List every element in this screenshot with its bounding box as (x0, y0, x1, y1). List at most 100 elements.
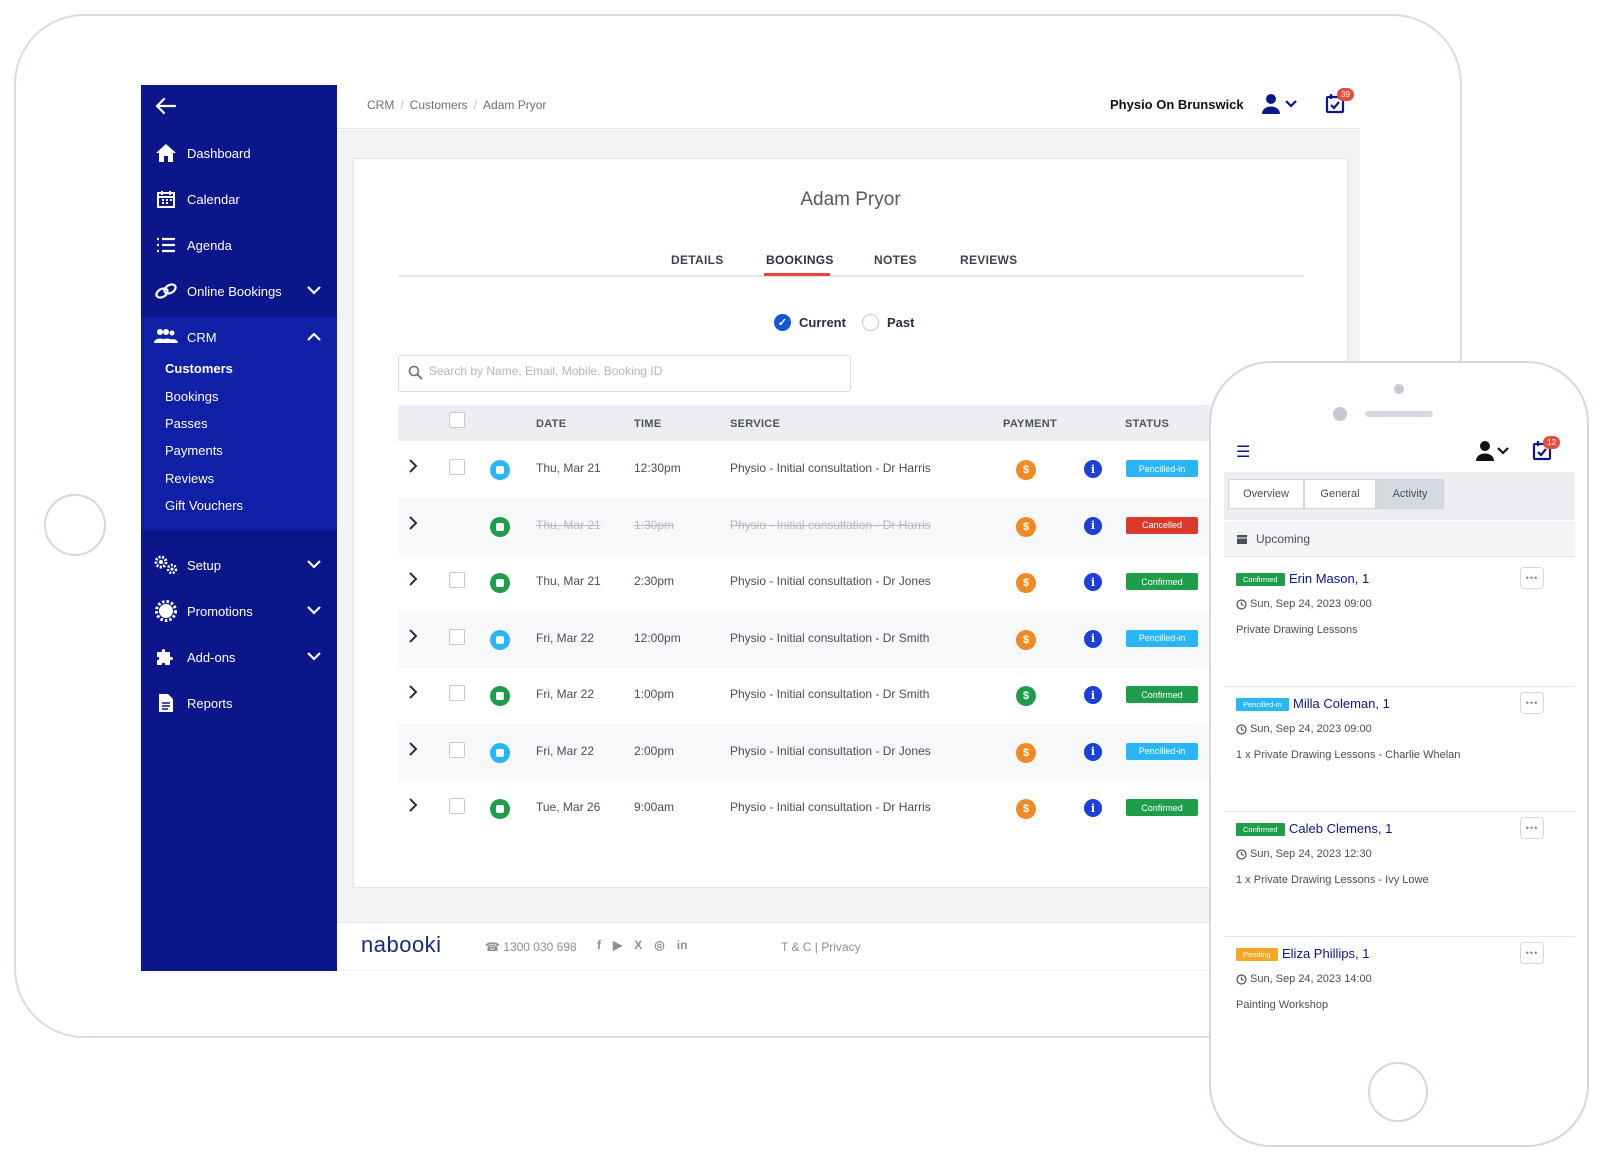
notifications-calendar-icon[interactable]: 39 (1325, 88, 1354, 119)
chevron-up-icon[interactable] (307, 329, 321, 344)
mobile-tab-general[interactable]: General (1304, 479, 1376, 509)
mobile-tab-overview[interactable]: Overview (1228, 479, 1304, 509)
table-row[interactable]: Thu, Mar 21 12:30pm Physio - Initial consu… (398, 441, 1349, 498)
radio-past-label: Past (886, 315, 915, 330)
radio-empty-icon (861, 314, 879, 331)
sidebar-sub-gift-vouchers[interactable]: Gift Vouchers (165, 498, 243, 513)
breadcrumb-customers[interactable]: Customers (410, 98, 468, 112)
row-checkbox[interactable] (449, 459, 465, 475)
payment-dollar-icon[interactable]: $ (1016, 573, 1036, 593)
col-time[interactable]: TIME (634, 418, 661, 430)
activity-item[interactable]: Pencilled-in Milla Coleman, 1 Sun, Sep 24,… (1224, 687, 1575, 812)
payment-dollar-icon[interactable]: $ (1016, 460, 1036, 480)
sidebar-item-agenda[interactable]: Agenda (141, 225, 337, 265)
chevron-down-icon[interactable] (307, 649, 321, 664)
chevron-right-icon[interactable] (408, 685, 418, 704)
info-icon[interactable]: i (1084, 686, 1102, 704)
radio-past[interactable]: Past (861, 314, 915, 331)
more-options-icon[interactable]: ••• (1520, 817, 1544, 839)
info-icon[interactable]: i (1084, 573, 1102, 591)
table-row[interactable]: Thu, Mar 21 2:30pm Physio - Initial consul… (398, 554, 1349, 611)
top-bar: CRM / Customers / Adam Pryor Physio On Bruns… (337, 85, 1360, 129)
chevron-right-icon[interactable] (408, 798, 418, 817)
mobile-calendar-icon[interactable]: 12 (1532, 436, 1560, 466)
sidebar-sub-reviews[interactable]: Reviews (165, 471, 214, 486)
more-options-icon[interactable]: ••• (1520, 567, 1544, 589)
mobile-tab-activity[interactable]: Activity (1376, 479, 1444, 509)
info-icon[interactable]: i (1084, 629, 1102, 648)
table-row[interactable]: Fri, Mar 22 2:00pm Physio - Initial consul… (398, 723, 1349, 781)
sidebar-sub-customers[interactable]: Customers (165, 361, 233, 376)
payment-dollar-icon[interactable]: $ (1016, 629, 1036, 650)
col-date[interactable]: DATE (536, 418, 566, 430)
instagram-icon[interactable]: ◎ (654, 938, 664, 952)
row-checkbox[interactable] (449, 798, 465, 814)
customer-link[interactable]: Milla Coleman, 1 (1293, 696, 1390, 711)
footer-links[interactable]: T & C | Privacy (781, 940, 861, 954)
more-options-icon[interactable]: ••• (1520, 692, 1544, 714)
linkedin-icon[interactable]: in (677, 938, 688, 952)
payment-dollar-icon[interactable]: $ (1016, 742, 1036, 763)
chevron-down-icon[interactable] (307, 283, 321, 298)
col-status[interactable]: STATUS (1125, 418, 1169, 430)
sidebar-item-online-bookings[interactable]: Online Bookings (141, 271, 337, 311)
activity-item[interactable]: Pending Eliza Phillips, 1 Sun, Sep 24, 202… (1224, 937, 1575, 1048)
tab-bookings[interactable]: BOOKINGS (766, 253, 834, 267)
breadcrumb-crm[interactable]: CRM (367, 98, 394, 112)
mobile-user-menu-icon[interactable] (1476, 440, 1512, 467)
chevron-right-icon[interactable] (408, 572, 418, 591)
radio-current[interactable]: ✓ Current (774, 314, 846, 331)
search-input[interactable] (429, 364, 839, 378)
sidebar-item-calendar[interactable]: Calendar (141, 179, 337, 219)
activity-item[interactable]: Confirmed Caleb Clemens, 1 Sun, Sep 24, 20… (1224, 812, 1575, 937)
payment-dollar-icon[interactable]: $ (1016, 686, 1036, 706)
facebook-icon[interactable]: f (597, 938, 601, 952)
info-icon[interactable]: i (1084, 799, 1102, 817)
payment-dollar-icon[interactable]: $ (1016, 516, 1036, 537)
table-row[interactable]: Thu, Mar 21 1:30pm Physio - Initial consul… (398, 497, 1349, 555)
sidebar-item-reports[interactable]: Reports (141, 683, 337, 723)
table-row[interactable]: Tue, Mar 26 9:00am Physio - Initial consul… (398, 780, 1349, 835)
col-service[interactable]: SERVICE (730, 418, 780, 430)
sidebar-sub-payments[interactable]: Payments (165, 443, 223, 458)
tab-reviews[interactable]: REVIEWS (960, 253, 1017, 267)
info-icon[interactable]: i (1084, 516, 1102, 535)
chevron-right-icon[interactable] (408, 628, 418, 648)
info-icon[interactable]: i (1084, 460, 1102, 478)
customer-link[interactable]: Eliza Phillips, 1 (1282, 946, 1369, 961)
customer-link[interactable]: Erin Mason, 1 (1289, 571, 1369, 586)
info-icon[interactable]: i (1084, 742, 1102, 761)
chevron-down-icon[interactable] (307, 603, 321, 618)
sidebar-sub-passes[interactable]: Passes (165, 416, 208, 431)
user-menu-icon[interactable] (1262, 93, 1300, 120)
row-checkbox[interactable] (449, 628, 465, 645)
more-options-icon[interactable]: ••• (1520, 942, 1544, 964)
table-row[interactable]: Fri, Mar 22 12:00pm Physio - Initial consu… (398, 610, 1349, 668)
sidebar-item-crm[interactable]: CRM (141, 317, 337, 357)
youtube-icon[interactable]: ▶ (613, 938, 622, 952)
tab-notes[interactable]: NOTES (874, 253, 917, 267)
payment-dollar-icon[interactable]: $ (1016, 799, 1036, 819)
chevron-right-icon[interactable] (408, 459, 418, 478)
sidebar-item-dashboard[interactable]: Dashboard (141, 133, 337, 173)
row-checkbox[interactable] (449, 741, 465, 758)
chevron-down-icon[interactable] (307, 557, 321, 572)
select-all-checkbox[interactable] (449, 412, 465, 428)
table-row[interactable]: Fri, Mar 22 1:00pm Physio - Initial consul… (398, 667, 1349, 724)
col-payment[interactable]: PAYMENT (1003, 418, 1057, 430)
hamburger-menu-icon[interactable]: ☰ (1236, 442, 1250, 462)
x-icon[interactable]: X (634, 938, 642, 952)
sidebar-item-promotions[interactable]: Promotions (141, 591, 337, 631)
row-checkbox[interactable] (449, 685, 465, 701)
activity-item[interactable]: Confirmed Erin Mason, 1 Sun, Sep 24, 2023 … (1224, 562, 1575, 687)
sidebar-item-setup[interactable]: Setup (141, 545, 337, 585)
tab-details[interactable]: DETAILS (671, 253, 724, 267)
customer-link[interactable]: Caleb Clemens, 1 (1289, 821, 1392, 836)
chevron-right-icon[interactable] (408, 515, 418, 535)
row-checkbox[interactable] (449, 572, 465, 588)
back-arrow-icon[interactable] (155, 95, 177, 121)
sidebar-item-add-ons[interactable]: Add-ons (141, 637, 337, 677)
sidebar-sub-bookings[interactable]: Bookings (165, 389, 218, 404)
phone-number[interactable]: 1300 030 698 (503, 940, 576, 954)
chevron-right-icon[interactable] (408, 741, 418, 761)
